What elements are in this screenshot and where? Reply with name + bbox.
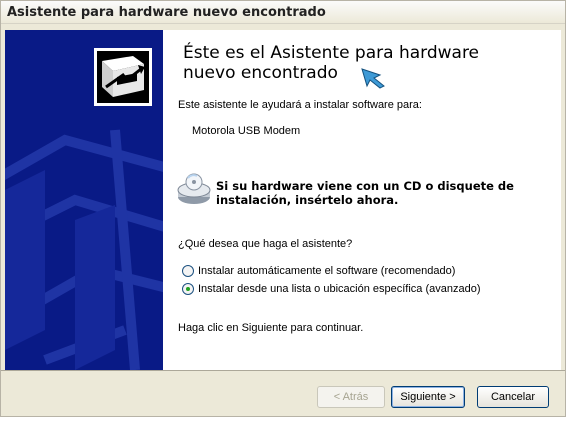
page-title: Éste es el Asistente para hardware nuevo… <box>183 43 480 83</box>
wizard-sidebar-banner <box>5 30 163 370</box>
intro-text: Este asistente le ayudará a instalar sof… <box>178 99 422 111</box>
radio-install-from-list[interactable] <box>182 283 194 295</box>
title-bar[interactable]: Asistente para hardware nuevo encontrado <box>1 1 565 24</box>
cancel-button[interactable]: Cancelar <box>477 386 549 408</box>
option-label-auto[interactable]: Instalar automáticamente el software (re… <box>198 265 455 277</box>
pointer-cursor-icon <box>361 68 385 89</box>
radio-install-auto[interactable] <box>182 265 194 277</box>
cd-drive-icon <box>177 173 211 204</box>
question-label: ¿Qué desea que haga el asistente? <box>178 238 353 250</box>
hardware-wizard-icon <box>94 48 152 106</box>
window-title: Asistente para hardware nuevo encontrado <box>7 5 326 20</box>
continue-hint: Haga clic en Siguiente para continuar. <box>178 322 364 334</box>
device-name: Motorola USB Modem <box>192 125 301 137</box>
cd-instruction: Si su hardware viene con un CD o disquet… <box>216 179 514 207</box>
option-label-from-list[interactable]: Instalar desde una lista o ubicación esp… <box>198 283 481 295</box>
back-button[interactable]: < Atrás <box>317 386 385 408</box>
next-button[interactable]: Siguiente > <box>391 386 465 408</box>
wizard-content: Éste es el Asistente para hardware nuevo… <box>163 30 561 370</box>
button-bar: < Atrás Siguiente > Cancelar <box>1 370 565 416</box>
wizard-window: Asistente para hardware nuevo encontrado <box>0 0 566 417</box>
